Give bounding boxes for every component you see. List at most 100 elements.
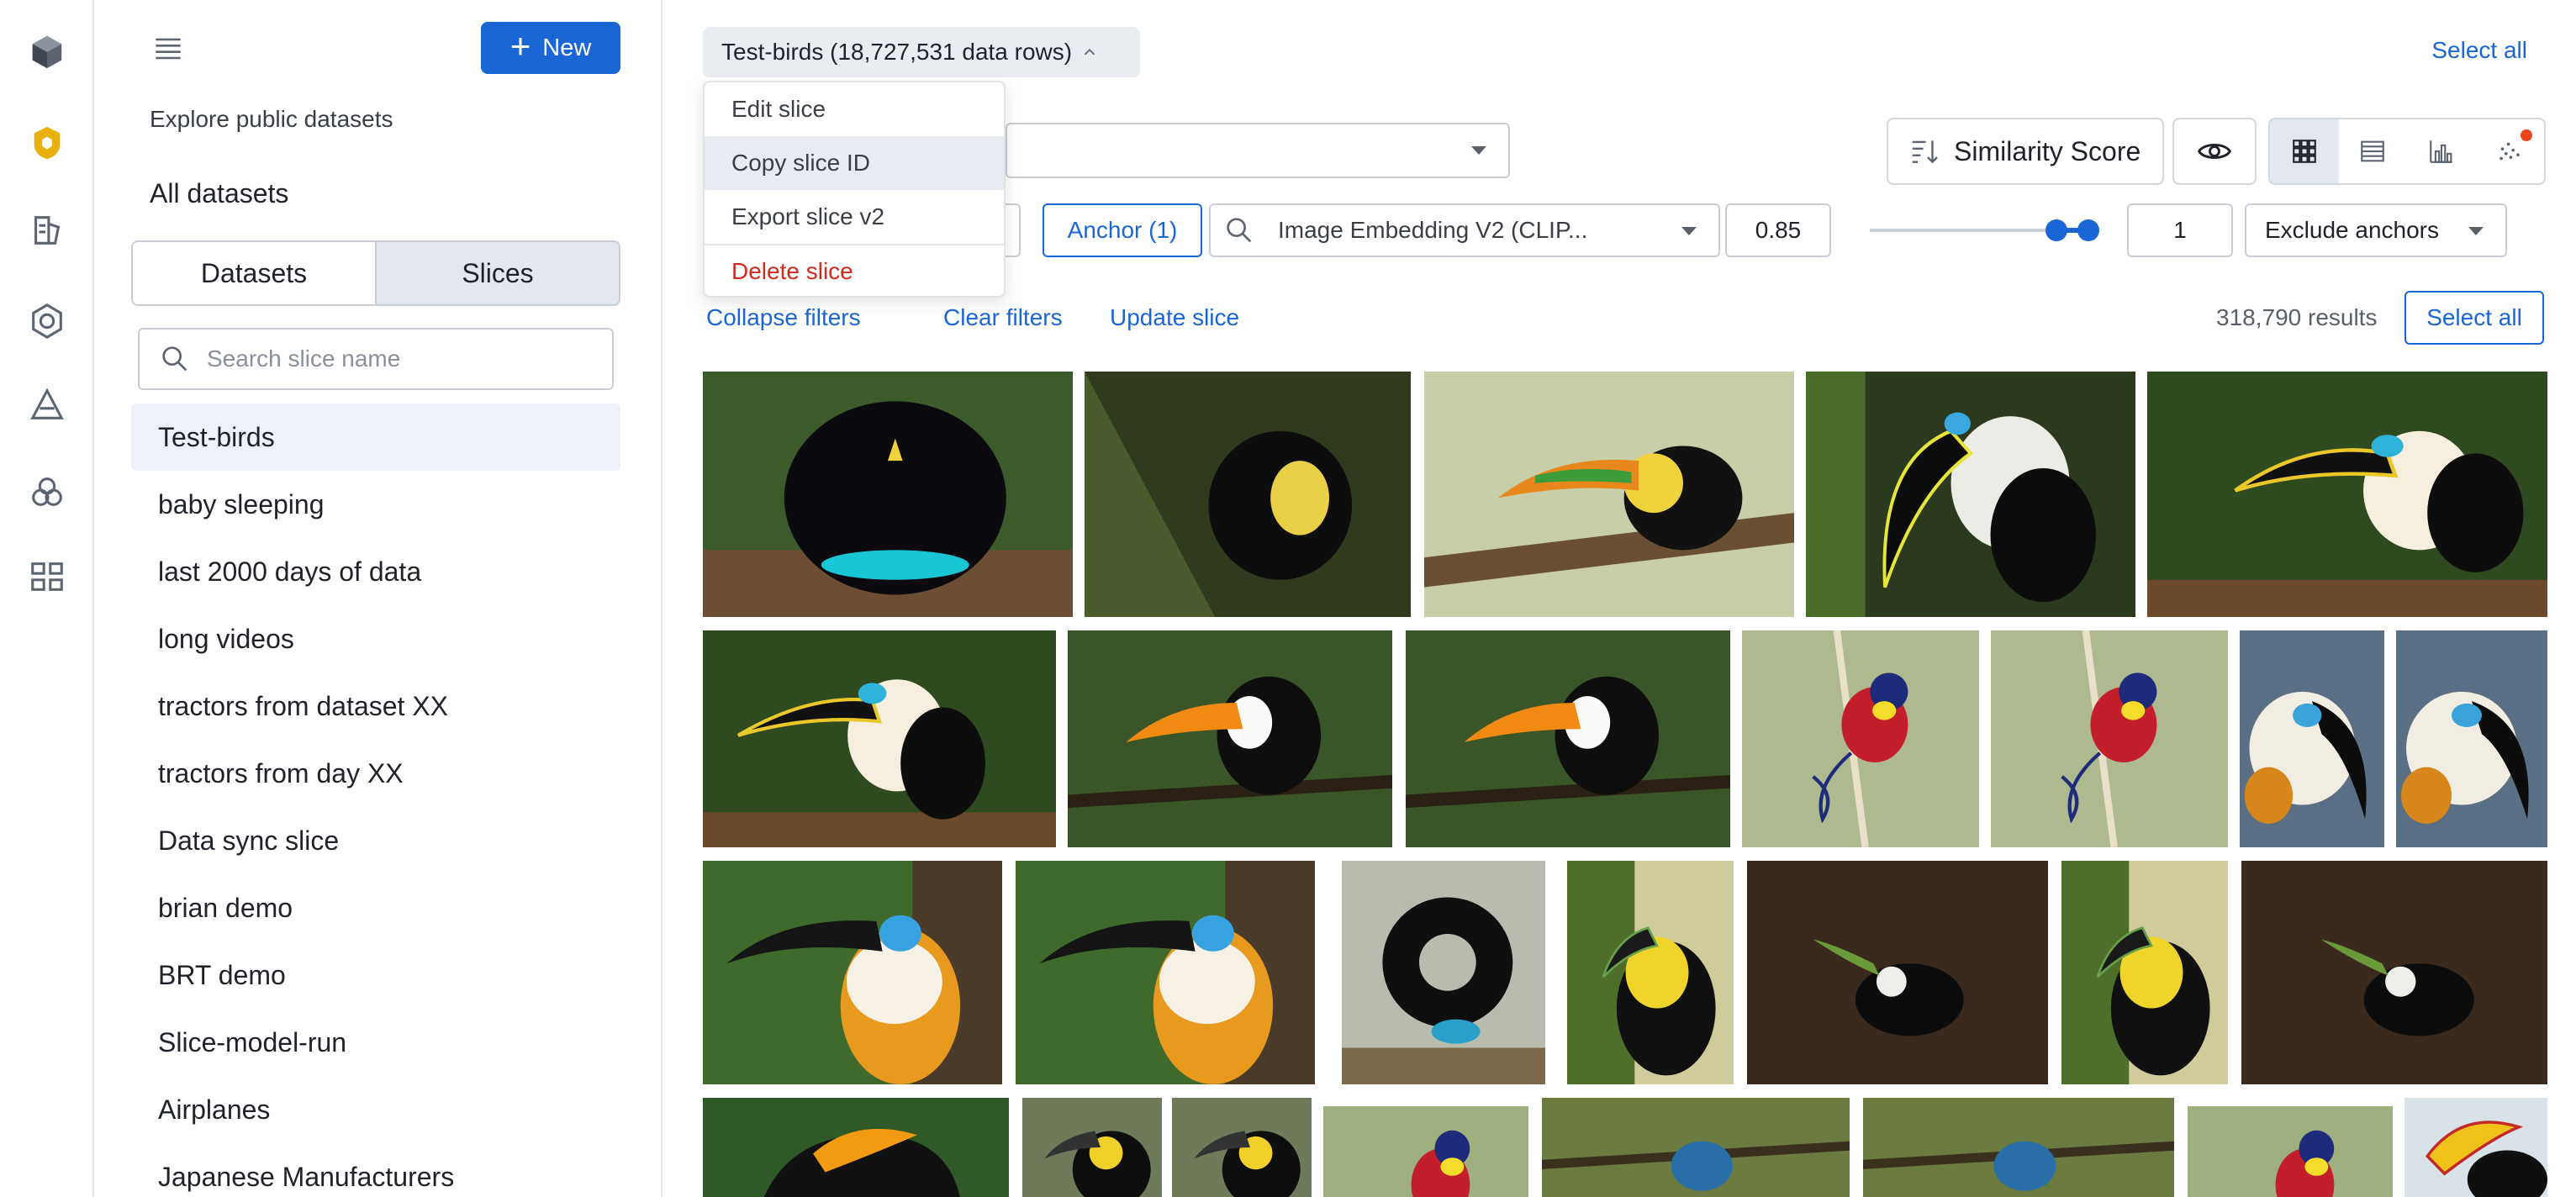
clear-filters-link[interactable]: Clear filters xyxy=(943,304,1063,331)
search-icon xyxy=(1227,218,1252,243)
slice-menu-toggle[interactable]: Test-birds (18,727,531 data rows) xyxy=(703,27,1140,77)
menu-item-edit-slice[interactable]: Edit slice xyxy=(705,82,1004,136)
bird-thumbnail[interactable] xyxy=(2188,1106,2393,1197)
sidebar: + New Explore public datasets All datase… xyxy=(94,0,662,1197)
bird-thumbnail[interactable] xyxy=(1424,372,1794,617)
slice-item[interactable]: BRT demo xyxy=(131,941,620,1009)
slice-item[interactable]: tractors from day XX xyxy=(131,740,620,807)
visibility-button[interactable] xyxy=(2172,118,2257,185)
menu-icon[interactable] xyxy=(150,30,187,67)
list-view-button[interactable] xyxy=(2339,119,2408,183)
annotate-icon[interactable] xyxy=(22,380,72,430)
explore-public-datasets-link[interactable]: Explore public datasets xyxy=(150,106,393,133)
tab-datasets[interactable]: Datasets xyxy=(133,242,375,304)
slider-max-handle[interactable] xyxy=(2077,219,2099,241)
bird-thumbnail[interactable] xyxy=(1022,1098,1162,1197)
update-slice-link[interactable]: Update slice xyxy=(1110,304,1239,331)
slice-item[interactable]: Slice-model-run xyxy=(131,1009,620,1076)
bird-thumbnail[interactable] xyxy=(703,372,1073,617)
eye-icon xyxy=(2197,143,2232,160)
slice-item[interactable]: last 2000 days of data xyxy=(131,538,620,605)
bird-thumbnail[interactable] xyxy=(1406,630,1730,847)
bird-thumbnail[interactable] xyxy=(1742,630,1979,847)
count-input[interactable]: 1 xyxy=(2127,203,2233,257)
grid-icon xyxy=(2292,140,2316,163)
apps-icon[interactable] xyxy=(22,551,72,602)
menu-item-export-slice[interactable]: Export slice v2 xyxy=(705,190,1004,244)
caret-down-icon xyxy=(1471,146,1486,155)
caret-down-icon xyxy=(1681,227,1697,235)
similarity-threshold-input[interactable]: 0.85 xyxy=(1725,203,1831,257)
bird-thumbnail[interactable] xyxy=(1085,372,1411,617)
bird-thumbnail[interactable] xyxy=(1342,861,1545,1084)
catalog-icon[interactable] xyxy=(22,205,72,256)
chevron-up-icon xyxy=(1084,48,1095,55)
all-datasets-link[interactable]: All datasets xyxy=(150,178,288,209)
chart-view-button[interactable] xyxy=(2407,119,2476,183)
slice-item[interactable]: tractors from dataset XX xyxy=(131,672,620,740)
view-mode-toggle xyxy=(2268,118,2546,185)
select-all-link[interactable]: Select all xyxy=(2431,37,2527,64)
select-all-button[interactable]: Select all xyxy=(2404,291,2544,345)
sort-label: Similarity Score xyxy=(1954,135,2141,166)
bird-thumbnail[interactable] xyxy=(1542,1098,1850,1197)
exclude-label: Exclude anchors xyxy=(2265,217,2440,243)
bird-thumbnail[interactable] xyxy=(1863,1098,2174,1197)
search-icon xyxy=(162,346,187,372)
slice-item[interactable]: Test-birds xyxy=(131,403,620,471)
main-panel: Test-birds (18,727,531 data rows) Select… xyxy=(664,0,2576,1197)
slider-min-handle[interactable] xyxy=(2045,219,2068,241)
bird-thumbnail[interactable] xyxy=(2061,861,2228,1084)
bird-thumbnail[interactable] xyxy=(2404,1098,2547,1197)
filter-chip-edge[interactable] xyxy=(1006,203,1021,257)
caret-down-icon xyxy=(2468,227,2484,235)
slice-item[interactable]: Airplanes xyxy=(131,1076,620,1143)
slice-item[interactable]: long videos xyxy=(131,605,620,672)
bird-thumbnail[interactable] xyxy=(703,1098,1009,1197)
bird-thumbnail[interactable] xyxy=(2147,372,2547,617)
similarity-range-slider[interactable] xyxy=(1870,219,2099,241)
tab-slices[interactable]: Slices xyxy=(375,242,619,304)
bird-thumbnail[interactable] xyxy=(1068,630,1392,847)
list-icon xyxy=(2361,140,2385,162)
grid-view-button[interactable] xyxy=(2270,119,2339,183)
new-button-label: New xyxy=(542,34,592,61)
collapse-filters-link[interactable]: Collapse filters xyxy=(706,304,861,331)
exclude-anchors-select[interactable]: Exclude anchors xyxy=(2245,203,2507,257)
bird-thumbnail[interactable] xyxy=(1172,1098,1312,1197)
projector-view-button[interactable] xyxy=(2476,119,2545,183)
slice-search-input[interactable]: Search slice name xyxy=(138,328,614,390)
menu-item-copy-slice-id[interactable]: Copy slice ID xyxy=(705,136,1004,190)
bird-thumbnail[interactable] xyxy=(2396,630,2547,847)
bird-thumbnail[interactable] xyxy=(2240,630,2384,847)
slice-actions-menu: Edit slice Copy slice ID Export slice v2… xyxy=(703,81,1006,298)
bird-thumbnail[interactable] xyxy=(1016,861,1315,1084)
bird-thumbnail[interactable] xyxy=(703,861,1002,1084)
slice-item[interactable]: brian demo xyxy=(131,874,620,941)
cube-icon[interactable] xyxy=(22,27,72,77)
search-placeholder: Search slice name xyxy=(207,345,401,372)
sort-descending-icon xyxy=(1912,140,1938,164)
slice-item[interactable]: Japanese Manufacturers xyxy=(131,1143,620,1197)
plus-icon: + xyxy=(509,26,531,66)
sort-button[interactable]: Similarity Score xyxy=(1887,118,2164,185)
bird-thumbnail[interactable] xyxy=(703,630,1056,847)
embedding-select[interactable]: Image Embedding V2 (CLIP... xyxy=(1209,203,1720,257)
embedding-label: Image Embedding V2 (CLIP... xyxy=(1278,217,1588,243)
icon-rail xyxy=(0,0,94,1197)
bird-thumbnail[interactable] xyxy=(1747,861,2048,1084)
bird-thumbnail[interactable] xyxy=(1323,1106,1528,1197)
filter-select[interactable] xyxy=(1006,123,1510,178)
bird-thumbnail[interactable] xyxy=(1806,372,2135,617)
bird-thumbnail[interactable] xyxy=(1991,630,2228,847)
anchor-button[interactable]: Anchor (1) xyxy=(1043,203,1202,257)
bird-thumbnail[interactable] xyxy=(1567,861,1734,1084)
workflow-icon[interactable] xyxy=(22,467,72,518)
new-button[interactable]: + New xyxy=(481,22,620,74)
menu-item-delete-slice[interactable]: Delete slice xyxy=(705,244,1004,296)
slice-item[interactable]: Data sync slice xyxy=(131,807,620,874)
bird-thumbnail[interactable] xyxy=(2241,861,2547,1084)
model-icon[interactable] xyxy=(22,296,72,346)
shield-icon[interactable] xyxy=(22,118,72,168)
slice-item[interactable]: baby sleeping xyxy=(131,471,620,538)
